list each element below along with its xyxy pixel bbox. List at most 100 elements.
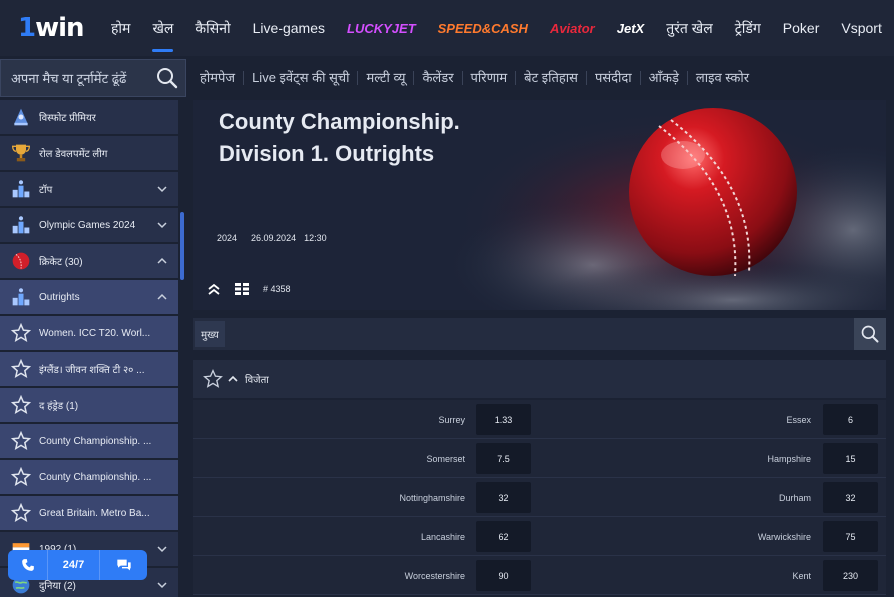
market-search-button[interactable]: [854, 318, 886, 350]
sidebar-item-3[interactable]: Olympic Games 2024: [0, 208, 178, 243]
phone-icon: [21, 559, 34, 571]
sidebar-item-label: Women. ICC T20. Worl...: [39, 327, 151, 339]
sidebar-item-label: Olympic Games 2024: [39, 219, 136, 231]
team-name-right: Essex: [786, 414, 811, 425]
top-navigation: 1 win होम खेल कैसिनो Live-games LUCKYJET SPEED…: [0, 0, 894, 56]
nav-item-5[interactable]: SPEED&CASH: [427, 0, 539, 56]
sidebar-item-icon-wrap: [9, 393, 33, 417]
market-name: विजेता: [245, 375, 269, 386]
nav-item-1[interactable]: खेल: [141, 0, 184, 56]
subnav-item-5[interactable]: बेट इतिहास: [516, 71, 587, 85]
cricket-ball-icon: [12, 252, 30, 270]
chevron-up-icon[interactable]: [227, 373, 239, 385]
team-name-right: Warwickshire: [757, 531, 811, 542]
nav-item-10[interactable]: Poker: [772, 0, 831, 56]
sidebar-item-label: दुनिया (2): [39, 581, 76, 592]
favorite-star-icon[interactable]: [203, 369, 223, 389]
sidebar-item-icon-wrap: [9, 177, 33, 201]
odds-button-right[interactable]: 6: [823, 404, 878, 435]
event-date: 26.09.2024: [251, 233, 297, 243]
nav-item-2[interactable]: कैसिनो: [184, 0, 241, 56]
nav-item-9[interactable]: ट्रेडिंग: [724, 0, 772, 56]
market-tabs: मुख्य: [193, 318, 886, 350]
sidebar-item-6[interactable]: Women. ICC T20. Worl...: [0, 316, 178, 351]
chevron-up-icon[interactable]: [156, 291, 168, 303]
sidebar-item-2[interactable]: टॉप: [0, 172, 178, 207]
sidebar-scrollbar[interactable]: [180, 212, 184, 280]
odds-table: Surrey 1.33 Essex 6 Somerset 7.5 Hampshire 15 No…: [193, 400, 886, 595]
main-nav-items: होम खेल कैसिनो Live-games LUCKYJET SPEED&CASH…: [100, 0, 893, 56]
odds-button-right[interactable]: 230: [823, 560, 878, 591]
tab-main[interactable]: मुख्य: [195, 321, 225, 347]
chevron-down-icon[interactable]: [156, 579, 168, 591]
odds-button-right[interactable]: 15: [823, 443, 878, 474]
nav-item-11[interactable]: Vsport: [830, 0, 892, 56]
sidebar-item-9[interactable]: County Championship. ...: [0, 424, 178, 459]
subnav-item-4[interactable]: परिणाम: [463, 71, 517, 85]
subnav-item-7[interactable]: आँकड़े: [641, 71, 688, 85]
sidebar-item-7[interactable]: इंग्लैंड। जीवन शक्ति टी २० ...: [0, 352, 178, 387]
chevron-down-icon[interactable]: [156, 183, 168, 195]
chevron-up-icon[interactable]: [156, 255, 168, 267]
nav-item-3[interactable]: Live-games: [242, 0, 336, 56]
chevron-down-icon[interactable]: [156, 543, 168, 555]
trophy-gold-icon: [11, 144, 31, 162]
sidebar-item-1[interactable]: रोल डेवलपमेंट लीग: [0, 136, 178, 171]
subnav-item-2[interactable]: मल्टी व्यू: [358, 71, 415, 85]
team-name-right: Durham: [778, 492, 811, 503]
odds-button-left[interactable]: 90: [476, 560, 531, 591]
logo-prefix: 1: [18, 13, 36, 43]
nav-item-6[interactable]: Aviator: [539, 0, 606, 56]
sidebar-item-8[interactable]: द हंड्रेड (1): [0, 388, 178, 423]
team-name-left: Surrey: [438, 414, 465, 425]
nav-item-4[interactable]: LUCKYJET: [336, 0, 427, 56]
sidebar-item-0[interactable]: विस्फोट प्रीमियर: [0, 100, 178, 135]
odds-button-left[interactable]: 62: [476, 521, 531, 552]
sidebar-item-label: Great Britain. Metro Ba...: [39, 507, 150, 519]
site-logo[interactable]: 1 win: [0, 0, 100, 56]
odds-row: Lancashire 62 Warwickshire 75: [193, 517, 886, 556]
odds-button-left[interactable]: 1.33: [476, 404, 531, 435]
odds-button-left[interactable]: 32: [476, 482, 531, 513]
search-icon[interactable]: [155, 66, 179, 90]
nav-item-7[interactable]: JetX: [606, 0, 655, 56]
sidebar-item-icon-wrap: [9, 213, 33, 237]
odds-row: Worcestershire 90 Kent 230: [193, 556, 886, 595]
sidebar-item-icon-wrap: [9, 285, 33, 309]
tab-main-label: मुख्य: [201, 330, 219, 341]
chat-button[interactable]: [100, 550, 147, 580]
event-tools: # 4358: [207, 282, 291, 296]
event-id: # 4358: [263, 284, 291, 294]
sidebar-item-4[interactable]: क्रिकेट (30): [0, 244, 178, 279]
sidebar-item-11[interactable]: Great Britain. Metro Ba...: [0, 496, 178, 531]
sidebar-item-label: रोल डेवलपमेंट लीग: [39, 149, 108, 160]
nav-item-0[interactable]: होम: [100, 0, 141, 56]
market-header[interactable]: विजेता: [193, 360, 886, 398]
sidebar-item-icon-wrap: [9, 357, 33, 381]
subnav-item-8[interactable]: लाइव स्कोर: [688, 71, 757, 85]
odds-button-right[interactable]: 32: [823, 482, 878, 513]
scoreboard-icon[interactable]: [235, 283, 249, 295]
search-input[interactable]: [11, 70, 151, 86]
star-icon: [11, 431, 31, 451]
odds-row: Surrey 1.33 Essex 6: [193, 400, 886, 439]
support-247-button[interactable]: 24/7: [48, 550, 100, 580]
sidebar-item-icon-wrap: [9, 105, 33, 129]
sidebar-item-10[interactable]: County Championship. ...: [0, 460, 178, 495]
event-meta: 2024 26.09.2024 12:30: [217, 233, 327, 243]
subnav-item-0[interactable]: होमपेज: [192, 71, 245, 85]
collapse-icon[interactable]: [207, 282, 221, 296]
odds-button-right[interactable]: 75: [823, 521, 878, 552]
chevron-down-icon[interactable]: [156, 219, 168, 231]
subnav-item-6[interactable]: पसंदीदा: [587, 71, 641, 85]
sidebar-item-5[interactable]: Outrights: [0, 280, 178, 315]
sidebar-item-icon-wrap: [9, 501, 33, 525]
sidebar-item-label: क्रिकेट (30): [39, 257, 83, 268]
sidebar-item-label: विस्फोट प्रीमियर: [39, 112, 96, 124]
subnav-item-1[interactable]: Live इवेंट्स की सूची: [244, 71, 359, 85]
search-box[interactable]: [0, 59, 186, 97]
phone-button[interactable]: [8, 550, 48, 580]
subnav-item-3[interactable]: कैलेंडर: [414, 71, 463, 85]
odds-button-left[interactable]: 7.5: [476, 443, 531, 474]
nav-item-8[interactable]: तुरंत खेल: [655, 0, 724, 56]
